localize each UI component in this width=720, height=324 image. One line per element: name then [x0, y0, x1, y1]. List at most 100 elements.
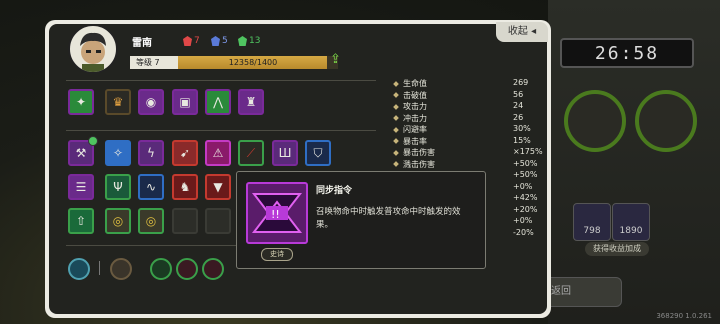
- machine-icon: ▣: [179, 95, 191, 109]
- resource-blue-value: 5: [222, 36, 228, 46]
- diamond-bullet-icon: [393, 149, 399, 156]
- diamond-bullet-icon: [393, 126, 399, 133]
- player-name: 雷南: [132, 38, 152, 49]
- diamond-bullet-icon: [393, 92, 399, 98]
- shield-icon: ⛉: [313, 145, 323, 160]
- skill-slot[interactable]: ϟ: [138, 140, 164, 166]
- passive-orb-button[interactable]: [176, 258, 198, 280]
- diamond-bullet-icon: [393, 161, 399, 167]
- diamond-bullet-icon: [393, 138, 399, 144]
- skill-orb-button[interactable]: [68, 258, 90, 280]
- skill-slot[interactable]: ♞: [172, 174, 198, 200]
- stat-value: ×175%: [513, 147, 543, 156]
- skill-slot[interactable]: ☰: [68, 174, 94, 200]
- stat-value: -20%: [513, 227, 534, 237]
- stat-label-text: 冲击力: [403, 113, 427, 123]
- tooltip-title: 同步指令: [316, 186, 353, 196]
- red-crystal-icon: [183, 36, 192, 46]
- skill-slot[interactable]: ∿: [138, 174, 164, 200]
- stat-label-text: 溅击伤害: [403, 159, 435, 169]
- gain-bonus-button[interactable]: 获得收益加成: [585, 242, 649, 256]
- skill-slot[interactable]: ◎: [105, 208, 131, 234]
- stat-label: 击破值: [393, 90, 427, 101]
- stat-label: 攻击力: [393, 101, 427, 112]
- locked-orb-button[interactable]: [110, 258, 132, 280]
- hammer-icon: ⚒: [75, 146, 87, 160]
- claw-icon: ⋀: [213, 95, 223, 109]
- stairs-icon: ☰: [75, 180, 87, 194]
- sync-command-icon: ⚠: [212, 146, 224, 160]
- stat-label-text: 生命值: [403, 79, 427, 88]
- stat-value: 56: [513, 89, 524, 99]
- stat-value: 30%: [513, 124, 531, 133]
- divider: [66, 130, 376, 131]
- stat-label: 暴击伤害: [393, 147, 435, 158]
- xp-text: 12358/1400: [228, 58, 278, 67]
- rarity-badge: 史诗: [261, 248, 293, 261]
- skill-slot[interactable]: Ш: [272, 140, 298, 166]
- stat-label: 溅击伤害: [393, 159, 435, 170]
- equipment-slot[interactable]: ⋀: [205, 89, 231, 115]
- stat-value: 15%: [513, 135, 531, 145]
- tooltip-description: 召唤物命中时触发普攻命中时触发的效果。: [316, 207, 461, 230]
- stat-label: 闪避率: [393, 124, 427, 135]
- coin-icon: ◎: [145, 214, 157, 228]
- skill-slot[interactable]: ➹: [172, 140, 198, 166]
- equipment-slot[interactable]: ♜: [238, 89, 264, 115]
- skill-slot[interactable]: ⛉: [305, 140, 331, 166]
- equipment-slot[interactable]: ▣: [172, 89, 198, 115]
- skill-slot[interactable]: ✧: [105, 140, 131, 166]
- stat-value: +20%: [513, 204, 538, 214]
- stat-value: +42%: [513, 193, 538, 202]
- collapse-button[interactable]: 收起 ◂: [496, 22, 548, 42]
- green-crystal-icon: [238, 36, 247, 46]
- skill-slot[interactable]: ◎: [138, 208, 164, 234]
- sync-command-large-icon: !!: [246, 182, 308, 244]
- hero-face-icon: [80, 32, 106, 72]
- divider: [99, 261, 100, 275]
- beast-icon: ♞: [179, 180, 191, 194]
- blue-crystal-icon: [211, 36, 220, 46]
- grass-icon: Ψ: [113, 180, 123, 194]
- resource-red-value: 7: [194, 36, 200, 46]
- level-up-arrow-icon[interactable]: ⇪: [330, 52, 344, 70]
- reward-slot-2[interactable]: 1890: [612, 203, 650, 241]
- player-avatar[interactable]: [68, 24, 118, 74]
- passive-orb-button[interactable]: [150, 258, 172, 280]
- tentacle-icon: ϟ: [147, 146, 155, 160]
- equipment-slot[interactable]: ◉: [138, 89, 164, 115]
- arrows-icon: ➹: [179, 146, 191, 160]
- leaf-emblem-icon: ✦: [75, 95, 87, 109]
- stat-value: +50%: [513, 170, 538, 179]
- empty-skill-slot[interactable]: [205, 208, 231, 234]
- skill-slot[interactable]: ⚠: [205, 140, 231, 166]
- diamond-bullet-icon: [393, 103, 399, 110]
- skill-slot[interactable]: ⇧: [68, 208, 94, 234]
- crown-icon: ♛: [112, 95, 124, 109]
- stat-value: +50%: [513, 158, 538, 168]
- reward-slot-1[interactable]: 798: [573, 203, 611, 241]
- stat-value: 24: [513, 101, 524, 110]
- skill-slot[interactable]: ⟋: [238, 140, 264, 166]
- skill-slot[interactable]: ▼: [205, 174, 231, 200]
- slash-icon: ⟋: [246, 145, 256, 160]
- equipment-slot[interactable]: ♛: [105, 89, 131, 115]
- stat-label-text: 暴击伤害: [403, 148, 435, 157]
- stat-label-text: 暴击率: [403, 136, 427, 146]
- divider: [66, 80, 376, 81]
- enemy-portrait[interactable]: [564, 90, 626, 152]
- resource-red: 7: [183, 36, 200, 46]
- mask-icon: ♜: [245, 95, 257, 109]
- claws-icon: Ш: [278, 146, 292, 160]
- ally-portrait[interactable]: [635, 90, 697, 152]
- equipment-slot[interactable]: ✦: [68, 89, 94, 115]
- passive-orb-button[interactable]: [202, 258, 224, 280]
- stat-value: +0%: [513, 181, 533, 191]
- collapse-label: 收起: [507, 26, 528, 37]
- empty-skill-slot[interactable]: [172, 208, 198, 234]
- dragon-icon: ∿: [145, 180, 157, 194]
- shuriken-icon: ✧: [112, 146, 124, 160]
- skill-slot[interactable]: Ψ: [105, 174, 131, 200]
- caret-left-icon: ◂: [531, 26, 537, 37]
- reward-value: 1890: [619, 226, 643, 236]
